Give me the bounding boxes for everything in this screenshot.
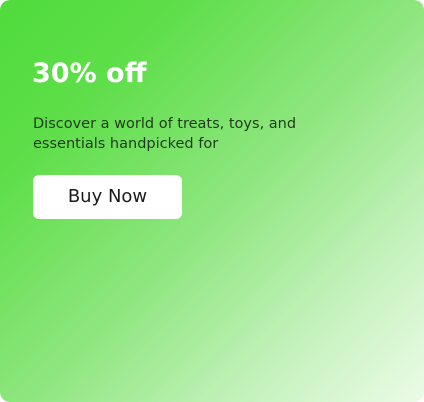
promo-title: 30% off <box>32 58 147 89</box>
promo-description: Discover a world of treats, toys, and es… <box>33 116 297 152</box>
promo-card: 30% off Discover a world of treats, toys… <box>0 0 424 402</box>
buy-now-button[interactable]: Buy Now <box>33 175 182 219</box>
